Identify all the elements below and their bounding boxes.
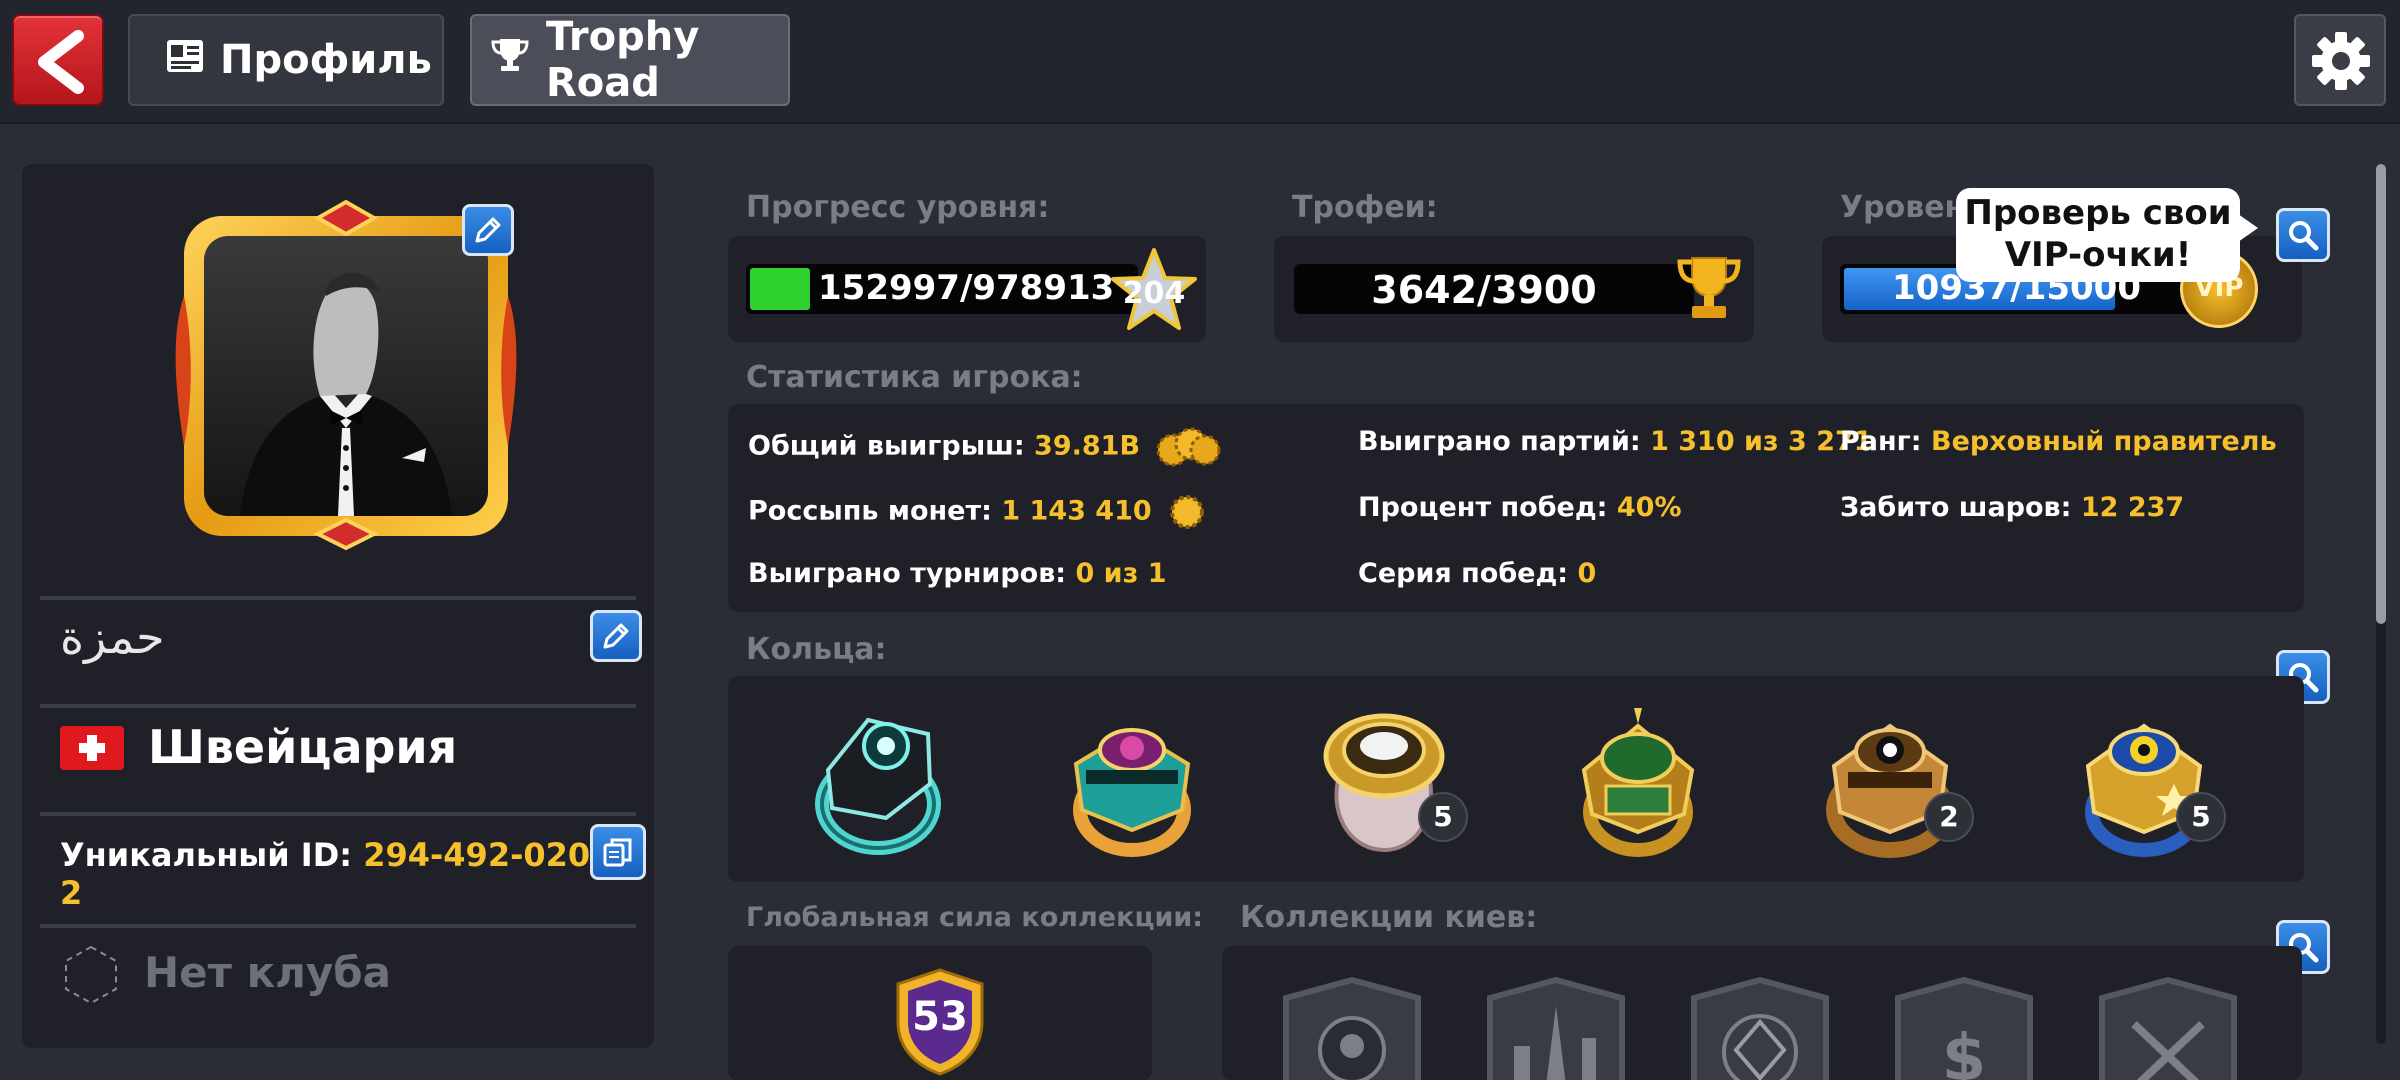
ring-count-badge: 5: [2176, 792, 2226, 842]
ring-count-badge: 5: [1418, 792, 1468, 842]
tab-trophy-road[interactable]: Trophy Road: [470, 14, 790, 106]
collection-power-card: 53: [728, 946, 1152, 1080]
tab-profile[interactable]: Профиль: [128, 14, 444, 106]
pencil-icon: [475, 217, 501, 243]
player-stats-card: Общий выигрыш: 39.81B Россыпь монет: 1 1…: [728, 404, 2304, 612]
cue-collections-card: $: [1222, 946, 2302, 1080]
trophies-value: 3642/3900: [1371, 268, 1597, 312]
search-icon: [2289, 221, 2319, 251]
back-arrow-icon: [38, 30, 84, 94]
stat-total-winnings: Общий выигрыш: 39.81B: [748, 426, 1221, 468]
coins-icon: [1156, 427, 1221, 467]
stat-win-rate: Процент побед: 40%: [1358, 492, 1682, 523]
collection-power-label: Глобальная сила коллекции:: [746, 902, 1204, 933]
ring-count-badge: 2: [1924, 792, 1974, 842]
tab-profile-label: Профиль: [220, 37, 432, 83]
divider: [40, 704, 636, 708]
level-progress-label: Прогресс уровня:: [746, 190, 1050, 225]
player-name-row: حمزة: [40, 602, 642, 674]
stat-rank: Ранг: Верховный правитель: [1840, 426, 2277, 457]
crossed-swords-badge-icon[interactable]: [2094, 976, 2242, 1080]
vip-info-button[interactable]: [2276, 208, 2330, 262]
back-button[interactable]: [12, 14, 104, 106]
level-progress-value: 152997/978913: [818, 268, 1115, 308]
stat-tournaments-won: Выиграно турниров: 0 из 1: [748, 558, 1167, 589]
vip-tooltip: Проверь свои VIP-очки!: [1956, 188, 2258, 282]
edit-name-button[interactable]: [590, 610, 642, 662]
berlin-legends-ring-icon[interactable]: [1052, 700, 1212, 860]
club-name: Нет клуба: [144, 948, 391, 997]
country-name: Швейцария: [148, 720, 458, 774]
settings-button[interactable]: [2294, 14, 2386, 106]
8-ball-badge-icon[interactable]: [1278, 976, 1426, 1080]
unique-id-label: Уникальный ID: 294-492-020-2: [60, 836, 604, 912]
copy-icon: [603, 838, 632, 867]
svg-text:$: $: [1942, 1022, 1987, 1080]
club-row[interactable]: Нет клуба: [40, 932, 620, 1012]
pencil-icon: [603, 623, 629, 649]
unique-id-row: Уникальный ID: 294-492-020-2: [40, 816, 646, 912]
player-stats-label: Статистика игрока:: [746, 360, 1083, 395]
divider: [40, 924, 636, 928]
club-hexagon-icon: [65, 945, 117, 1005]
stat-balls-potted: Забито шаров: 12 237: [1840, 492, 2185, 523]
level-number: 204: [1122, 276, 1186, 311]
player-name: حمزة: [60, 610, 165, 664]
tab-trophy-road-label: Trophy Road: [546, 14, 700, 106]
divider: [40, 596, 636, 600]
country-row: Швейцария: [40, 712, 620, 788]
diamond-badge-icon[interactable]: [1686, 976, 1834, 1080]
stat-win-streak: Серия побед: 0: [1358, 558, 1597, 589]
rings-card: 5 2 5: [728, 676, 2304, 882]
swiss-flag-icon: [60, 726, 124, 770]
rings-label: Кольца:: [746, 632, 887, 667]
copy-id-button[interactable]: [590, 824, 646, 880]
dollar-badge-icon[interactable]: $: [1890, 976, 2038, 1080]
stat-games-won: Выиграно партий: 1 310 из 3 271: [1358, 426, 1873, 457]
cue-collections-label: Коллекции киев:: [1240, 900, 1538, 935]
top-bar: Профиль Trophy Road: [0, 0, 2400, 124]
moonlight-ring-icon[interactable]: [798, 700, 958, 860]
level-progress-fill: [750, 268, 810, 310]
green-gold-ring-icon[interactable]: [1558, 700, 1718, 860]
trophies-label: Трофеи:: [1292, 190, 1438, 225]
profile-panel: حمزة Швейцария Уникальный ID: 294-492-02…: [22, 164, 654, 1048]
stat-coin-scatter: Россыпь монет: 1 143 410: [748, 492, 1207, 532]
vip-tooltip-text: Проверь свои VIP-очки!: [1964, 193, 2232, 275]
trophies-card: 3642/3900: [1274, 236, 1754, 342]
paris-badge-icon[interactable]: [1482, 976, 1630, 1080]
gear-icon: [2312, 32, 2370, 90]
edit-avatar-button[interactable]: [462, 204, 514, 256]
coin-icon: [1170, 495, 1205, 529]
profile-card-icon: [166, 37, 204, 83]
gold-trophy-icon: [1677, 257, 1741, 318]
collection-power-value: 53: [912, 994, 968, 1040]
trophy-icon: [490, 37, 530, 83]
scrollbar-thumb[interactable]: [2376, 164, 2386, 624]
level-progress-card: 152997/978913 204: [728, 236, 1206, 342]
